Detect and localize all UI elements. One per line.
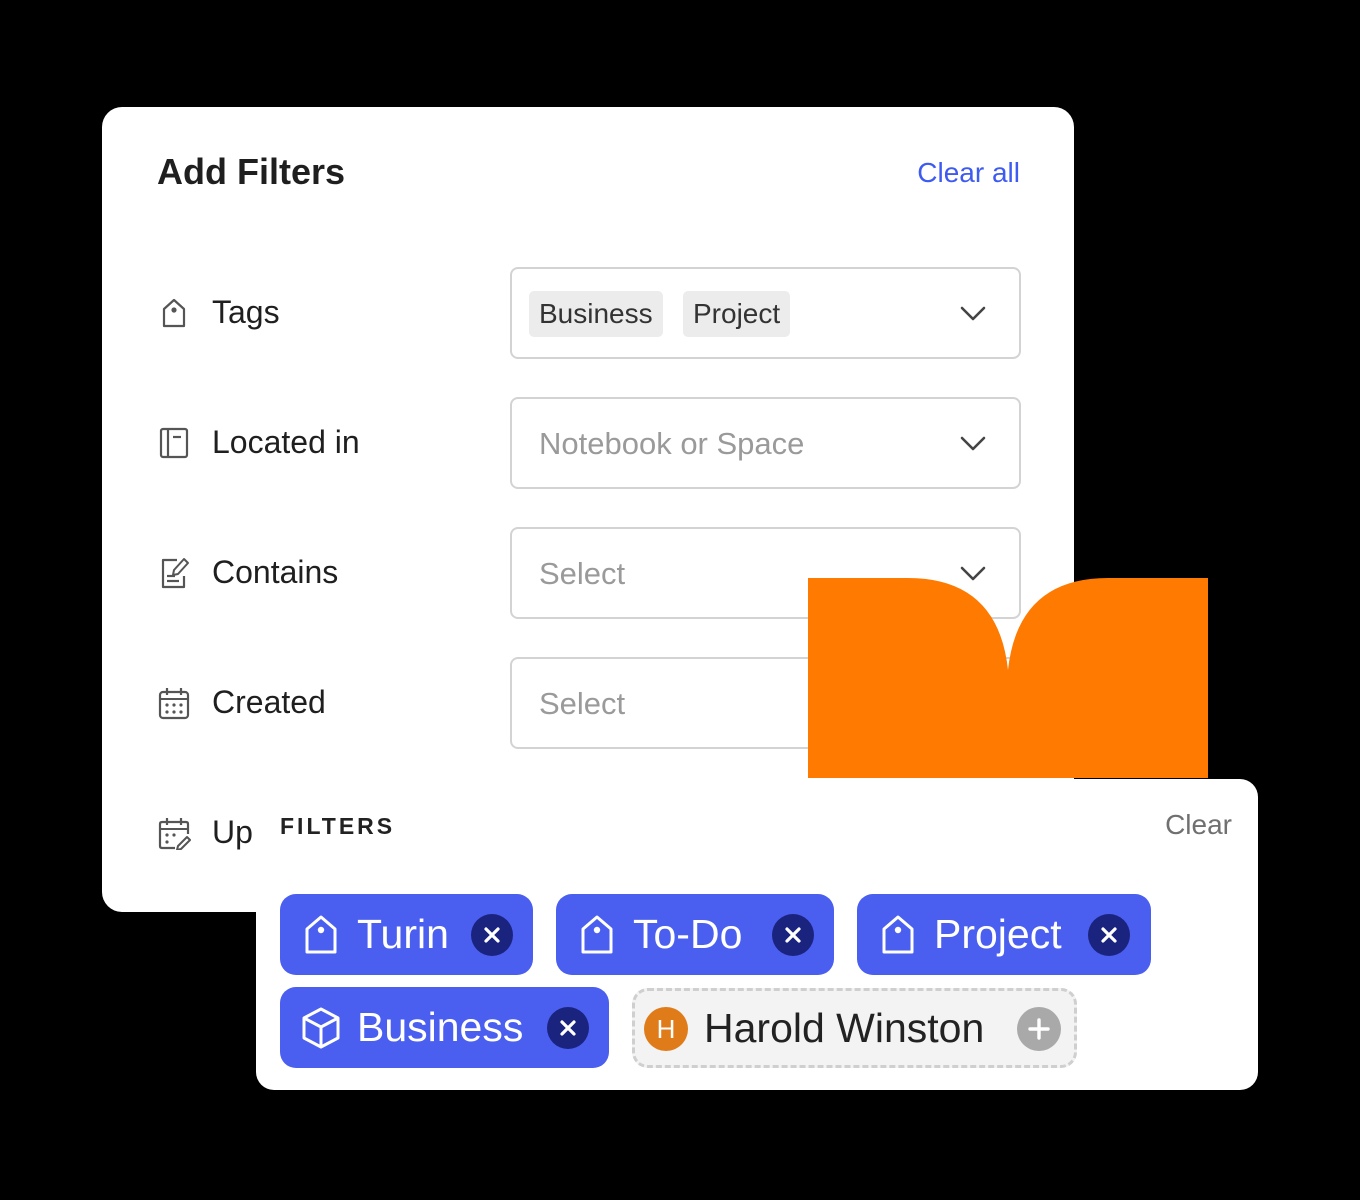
- filter-chip-business[interactable]: Business: [280, 987, 609, 1068]
- row-label: Tags: [212, 294, 280, 330]
- select-placeholder: Select: [539, 686, 626, 721]
- note-edit-icon: [157, 556, 191, 590]
- filter-row-tags: Tags Business Project: [157, 267, 1021, 359]
- select-placeholder: Notebook or Space: [539, 426, 805, 461]
- tag-icon: [300, 913, 342, 957]
- calendar-edit-icon: [157, 816, 191, 850]
- filter-chip-turin[interactable]: Turin: [280, 894, 533, 975]
- tag-icon: [157, 296, 191, 330]
- chevron-down-icon: [959, 302, 987, 324]
- row-label: Located in: [212, 424, 360, 460]
- chip-label: To-Do: [633, 911, 743, 957]
- chevron-down-icon: [959, 432, 987, 454]
- card-title: Add Filters: [157, 151, 346, 192]
- row-label: Contains: [212, 554, 339, 590]
- filters-panel: FILTERS Clear Turin To-Do Project Busine…: [256, 779, 1258, 1090]
- selected-tag-chip: Project: [683, 291, 791, 337]
- selected-tag-chip: Business: [529, 291, 663, 337]
- notebook-icon: [157, 426, 191, 460]
- located-in-select[interactable]: Notebook or Space: [510, 397, 1021, 489]
- row-label: Up: [212, 814, 253, 850]
- filter-chip-to-do[interactable]: To-Do: [556, 894, 834, 975]
- filter-row-located-in: Located in Notebook or Space: [157, 397, 1021, 489]
- tags-select[interactable]: Business Project: [510, 267, 1021, 359]
- person-label: Harold Winston: [704, 1005, 985, 1051]
- select-placeholder: Select: [539, 556, 626, 591]
- clear-all-button[interactable]: Clear all: [917, 157, 1020, 189]
- close-icon[interactable]: [1088, 914, 1130, 956]
- chip-label: Project: [934, 911, 1062, 957]
- row-label: Created: [212, 684, 326, 720]
- chip-label: Business: [357, 1004, 524, 1050]
- calendar-icon: [157, 686, 191, 720]
- close-icon[interactable]: [471, 914, 513, 956]
- tag-icon: [877, 913, 919, 957]
- cube-icon: [300, 1006, 342, 1050]
- close-icon[interactable]: [772, 914, 814, 956]
- close-icon[interactable]: [547, 1007, 589, 1049]
- tag-icon: [576, 913, 618, 957]
- panel-title: FILTERS: [280, 813, 396, 839]
- orange-decorative-shape: [808, 578, 1208, 778]
- plus-icon[interactable]: [1017, 1007, 1061, 1051]
- filter-chip-project[interactable]: Project: [857, 894, 1151, 975]
- chip-label: Turin: [357, 911, 449, 957]
- avatar: H: [644, 1007, 688, 1051]
- person-chip-harold-winston[interactable]: H Harold Winston: [632, 988, 1077, 1068]
- clear-button[interactable]: Clear: [1165, 809, 1232, 841]
